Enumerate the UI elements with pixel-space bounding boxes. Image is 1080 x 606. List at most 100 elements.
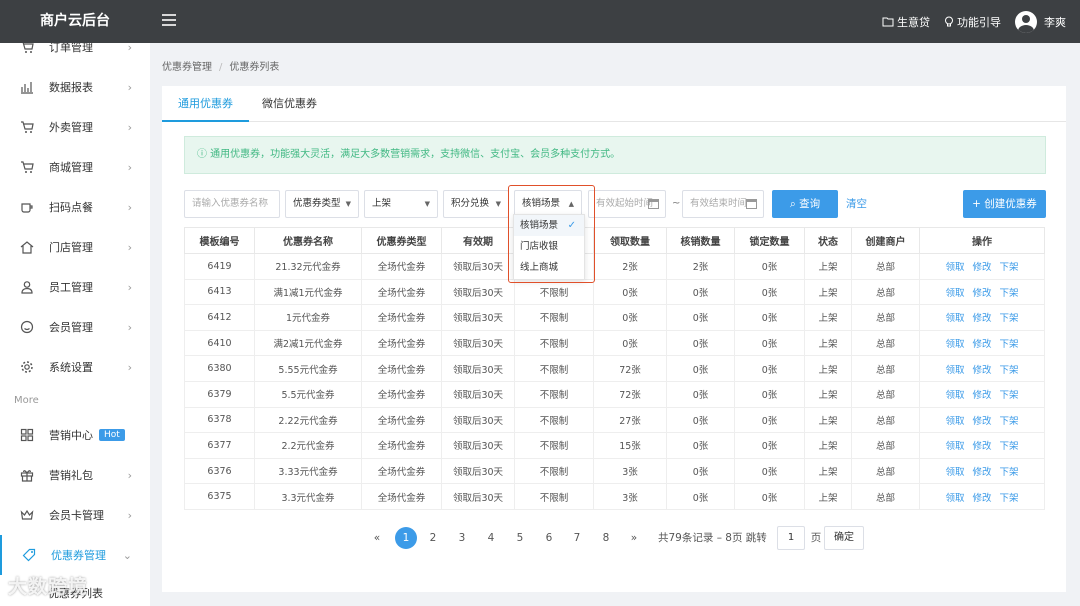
edit-link[interactable]: 修改 xyxy=(972,390,991,401)
sidebar-item-coupons[interactable]: 优惠券管理 ⌄ xyxy=(0,535,150,575)
edit-link[interactable]: 修改 xyxy=(972,493,991,504)
edit-link[interactable]: 修改 xyxy=(972,313,991,324)
claim-link[interactable]: 领取 xyxy=(945,416,964,427)
table-cell: 6377 xyxy=(184,432,255,459)
sidebar-item-member-card[interactable]: 会员卡管理 › xyxy=(0,495,150,535)
edit-link[interactable]: 修改 xyxy=(972,262,991,273)
caret-down-icon: ▼ xyxy=(424,200,430,208)
page-button[interactable]: 6 xyxy=(542,526,556,550)
sidebar-item-staff[interactable]: 员工管理 › xyxy=(0,267,150,307)
guide-link[interactable]: 功能引导 xyxy=(944,14,1001,30)
delist-link[interactable]: 下架 xyxy=(1000,441,1019,452)
status-select[interactable]: 上架 ▼ xyxy=(364,190,438,218)
end-date-placeholder: 有效结束时间 xyxy=(690,198,748,209)
edit-link[interactable]: 修改 xyxy=(972,365,991,376)
page-button[interactable]: 3 xyxy=(455,526,469,550)
search-button-label: 查询 xyxy=(799,198,821,210)
table-cell: 总部 xyxy=(851,304,920,331)
delist-link[interactable]: 下架 xyxy=(1000,313,1019,324)
tab-general-coupons[interactable]: 通用优惠券 xyxy=(162,86,249,122)
claim-link[interactable]: 领取 xyxy=(945,365,964,376)
sidebar-item-mall[interactable]: 商城管理 › xyxy=(0,147,150,187)
table-cell: 全场代金券 xyxy=(361,278,442,306)
tab-wechat-coupons[interactable]: 微信优惠券 xyxy=(246,86,333,122)
table-row: 6377 2.2元代金券 全场代金券 领取后30天 不限制 15张 0张 0张 上架 总部 领取 修改… xyxy=(184,432,1045,459)
page-button[interactable]: 5 xyxy=(513,526,527,550)
jump-page-input[interactable]: 1 xyxy=(777,526,805,550)
table-cell: 上架 xyxy=(804,483,852,510)
table-cell: 6413 xyxy=(184,278,255,306)
row-actions: 领取 修改 下架 xyxy=(919,406,1045,434)
delist-link[interactable]: 下架 xyxy=(1000,365,1019,376)
sidebar-item-members[interactable]: 会员管理 › xyxy=(0,307,150,347)
table-cell: 领取后30天 xyxy=(441,355,515,382)
filter-bar: 请输入优惠券名称 优惠券类型 ▼ 上架 ▼ 积分兑换 ▼ 核销场景 ▲ 有效起始时间 ~… xyxy=(184,190,1046,218)
clear-button[interactable]: 清空 xyxy=(846,190,867,218)
table-cell: 不限制 xyxy=(514,355,594,382)
end-date-input[interactable]: 有效结束时间 xyxy=(682,190,764,218)
claim-link[interactable]: 领取 xyxy=(945,493,964,504)
prev-page-button[interactable]: « xyxy=(370,526,384,550)
row-actions: 领取 修改 下架 xyxy=(919,483,1045,510)
edit-link[interactable]: 修改 xyxy=(972,339,991,350)
sidebar-item-marketing[interactable]: 营销中心 Hot xyxy=(0,415,150,455)
sidebar-item-label: 外卖管理 xyxy=(49,121,93,134)
table-cell: 0张 xyxy=(666,278,735,306)
row-actions: 领取 修改 下架 xyxy=(919,380,1045,408)
loan-link[interactable]: 生意贷 xyxy=(882,14,930,30)
page-button[interactable]: 7 xyxy=(570,526,584,550)
claim-link[interactable]: 领取 xyxy=(945,313,964,324)
edit-link[interactable]: 修改 xyxy=(972,467,991,478)
table-cell: 0张 xyxy=(734,355,805,382)
delist-link[interactable]: 下架 xyxy=(1000,339,1019,350)
claim-link[interactable]: 领取 xyxy=(945,339,964,350)
delist-link[interactable]: 下架 xyxy=(1000,390,1019,401)
table-cell: 上架 xyxy=(804,253,852,280)
coupon-name-input[interactable]: 请输入优惠券名称 xyxy=(184,190,280,218)
search-button[interactable]: ⌕ 查询 xyxy=(772,190,838,218)
sidebar-item-settings[interactable]: 系统设置 › xyxy=(0,347,150,387)
jump-confirm-button[interactable]: 确定 xyxy=(824,526,864,550)
exchange-select[interactable]: 积分兑换 ▼ xyxy=(443,190,509,218)
page-button[interactable]: 4 xyxy=(484,526,498,550)
hot-badge: Hot xyxy=(99,429,125,441)
table-cell: 全场代金券 xyxy=(361,304,442,331)
menu-toggle-icon[interactable] xyxy=(162,14,176,28)
delist-link[interactable]: 下架 xyxy=(1000,288,1019,299)
page-button[interactable]: 8 xyxy=(599,526,613,550)
table-cell: 6379 xyxy=(184,380,255,408)
delist-link[interactable]: 下架 xyxy=(1000,467,1019,478)
edit-link[interactable]: 修改 xyxy=(972,288,991,299)
start-date-input[interactable]: 有效起始时间 xyxy=(588,190,666,218)
sidebar-item-reports[interactable]: 数据报表 › xyxy=(0,67,150,107)
sidebar-item-gift-pack[interactable]: 营销礼包 › xyxy=(0,455,150,495)
next-page-button[interactable]: » xyxy=(627,526,641,550)
sidebar-item-orders[interactable]: 订单管理 › xyxy=(0,43,150,67)
table-cell: 领取后30天 xyxy=(441,278,515,306)
claim-link[interactable]: 领取 xyxy=(945,441,964,452)
coupon-type-select[interactable]: 优惠券类型 ▼ xyxy=(285,190,359,218)
delist-link[interactable]: 下架 xyxy=(1000,493,1019,504)
claim-link[interactable]: 领取 xyxy=(945,288,964,299)
claim-link[interactable]: 领取 xyxy=(945,262,964,273)
edit-link[interactable]: 修改 xyxy=(972,441,991,452)
breadcrumb-item[interactable]: 优惠券管理 xyxy=(162,62,212,73)
calendar-icon xyxy=(648,199,659,209)
table-cell: 0张 xyxy=(666,432,735,459)
delist-link[interactable]: 下架 xyxy=(1000,416,1019,427)
claim-link[interactable]: 领取 xyxy=(945,467,964,478)
table-row: 6379 5.5元代金券 全场代金券 领取后30天 不限制 72张 0张 0张 上架 总部 领取 修改… xyxy=(184,380,1045,408)
sidebar-item-scan-order[interactable]: 扫码点餐 › xyxy=(0,187,150,227)
page-button[interactable]: 2 xyxy=(426,526,440,550)
edit-link[interactable]: 修改 xyxy=(972,416,991,427)
sidebar-item-label: 扫码点餐 xyxy=(49,201,93,214)
user-menu[interactable]: 李爽 xyxy=(1015,10,1066,33)
create-coupon-button[interactable]: + 创建优惠券 xyxy=(963,190,1046,218)
info-alert: ⓘ 通用优惠券，功能强大灵活，满足大多数营销需求，支持微信、支付宝、会员多种支付… xyxy=(184,136,1046,174)
sidebar-item-stores[interactable]: 门店管理 › xyxy=(0,227,150,267)
delist-link[interactable]: 下架 xyxy=(1000,262,1019,273)
sidebar-item-takeout[interactable]: 外卖管理 › xyxy=(0,107,150,147)
claim-link[interactable]: 领取 xyxy=(945,390,964,401)
cart-icon xyxy=(20,120,34,134)
page-button-current[interactable]: 1 xyxy=(395,527,417,549)
